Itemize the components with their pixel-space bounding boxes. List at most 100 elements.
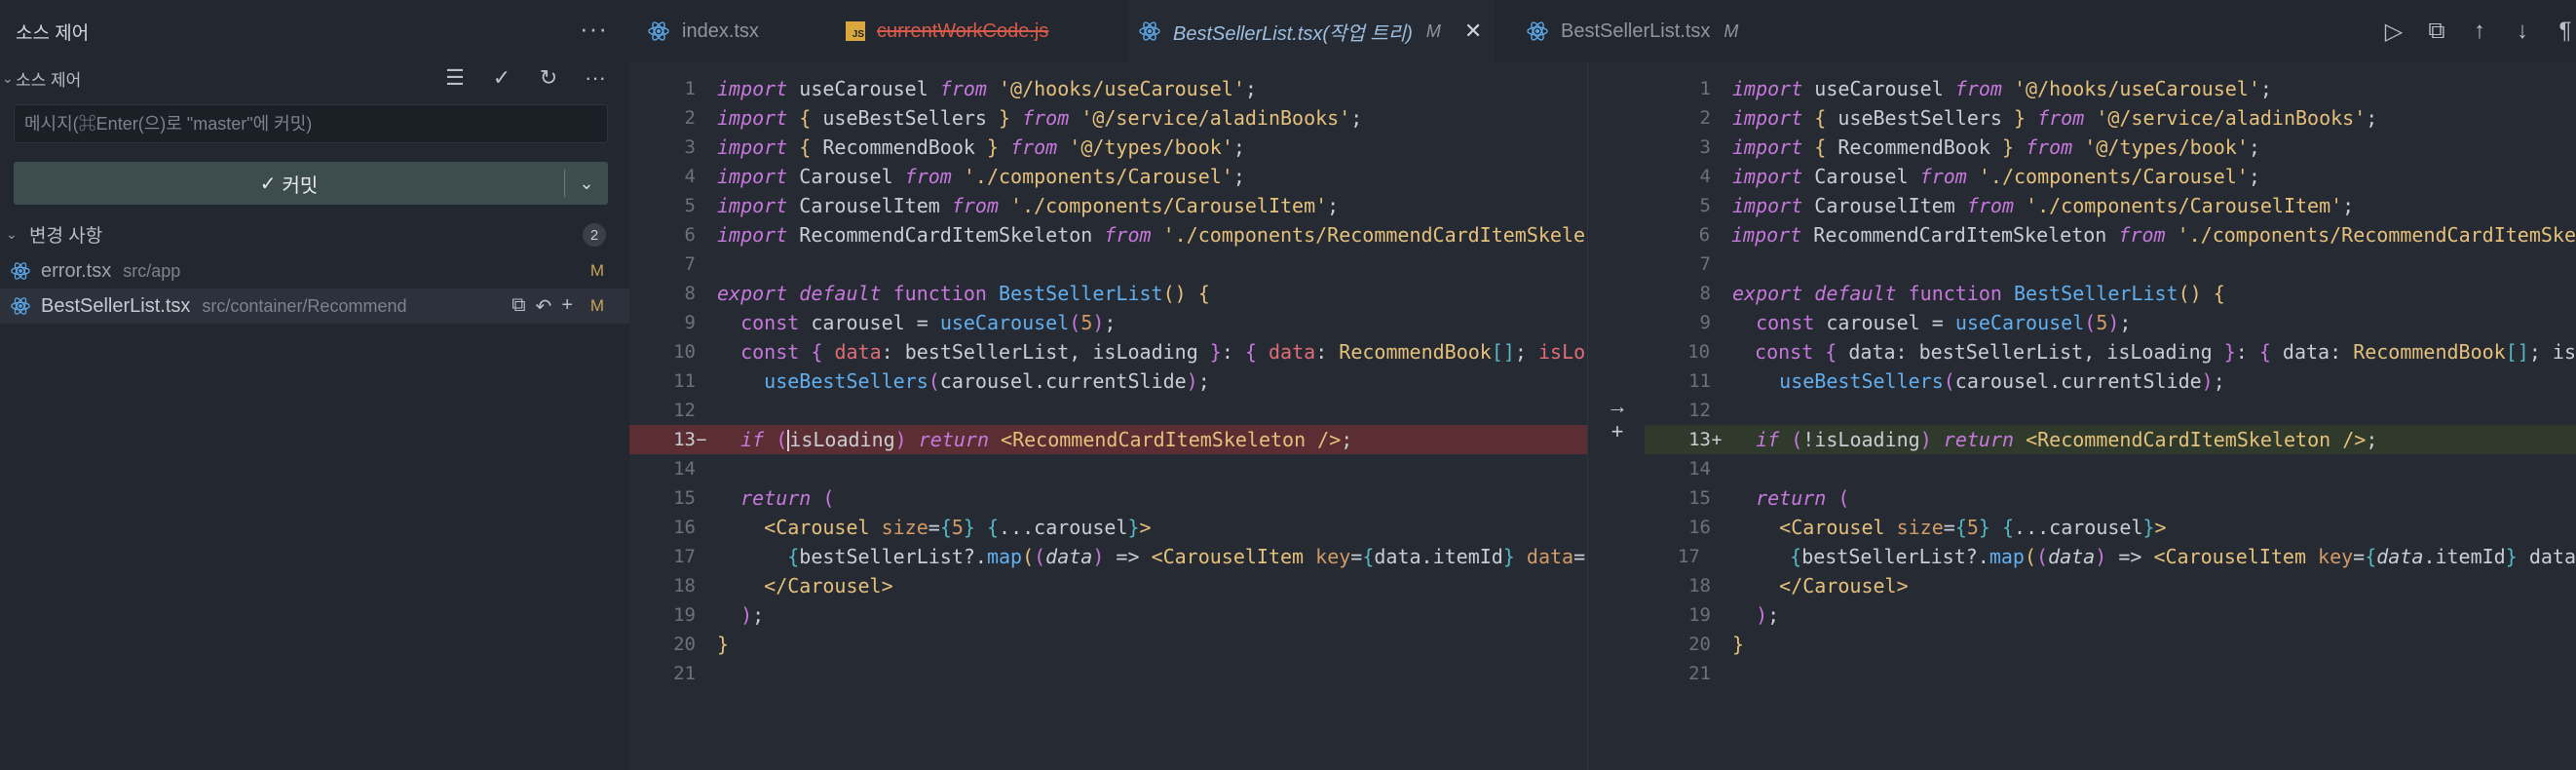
line-number: 11 bbox=[1688, 370, 1711, 392]
code-line: 6 import RecommendCardItemSkeleton from '… bbox=[1645, 220, 2576, 250]
code-line: 7 bbox=[629, 250, 1587, 279]
line-number: 9 bbox=[1699, 312, 1711, 333]
code-text: const { data: bestSellerList, isLoading … bbox=[740, 340, 1586, 364]
line-number: 8 bbox=[684, 283, 696, 304]
changes-section-header[interactable]: ⌄ 변경 사항 2 bbox=[0, 216, 629, 251]
code-text: if (isLoading) return <RecommendCardItem… bbox=[740, 427, 1353, 452]
code-line: 2 import { useBestSellers } from '@/servi… bbox=[629, 103, 1587, 133]
code-text: import useCarousel from '@/hooks/useCaro… bbox=[1732, 77, 2272, 100]
deleted-code-line: 13− if (isLoading) return <RecommendCard… bbox=[629, 425, 1587, 454]
diff-left-editor[interactable]: 1 import useCarousel from '@/hooks/useCar… bbox=[629, 62, 1587, 770]
more-actions-icon[interactable]: ··· bbox=[580, 14, 608, 44]
commit-message-input[interactable] bbox=[24, 113, 607, 135]
code-line: 2 import { useBestSellers } from '@/servi… bbox=[1645, 103, 2576, 133]
file-row-actions: ⧉ ↶ + bbox=[511, 294, 573, 319]
more-icon[interactable]: ··· bbox=[583, 64, 608, 92]
line-number: 20 bbox=[673, 634, 696, 655]
tab-index-tsx[interactable]: index.tsx bbox=[647, 0, 759, 62]
code-line: 17 {bestSellerList?.map((data) => <Carou… bbox=[629, 542, 1587, 571]
code-text: {bestSellerList?.map((data) => <Carousel… bbox=[787, 545, 1586, 568]
line-number: 4 bbox=[1699, 166, 1711, 187]
chevron-down-icon: ⌄ bbox=[6, 225, 18, 242]
source-control-section-header[interactable]: ⌄ 소스 제어 ☰ ✓ ↻ ··· bbox=[0, 60, 629, 96]
tab-label: BestSellerList.tsx(작업 트리) bbox=[1173, 22, 1413, 45]
file-path: src/container/Recommend bbox=[202, 295, 407, 316]
line-number: 3 bbox=[684, 136, 696, 158]
code-line: 12 bbox=[1645, 396, 2576, 425]
code-text: import useCarousel from '@/hooks/useCaro… bbox=[717, 77, 1257, 100]
line-number: 21 bbox=[673, 663, 696, 684]
code-text: return ( bbox=[740, 486, 835, 510]
line-number: 1 bbox=[684, 78, 696, 99]
modified-status: M bbox=[589, 261, 604, 280]
code-line: 3 import { RecommendBook } from '@/types/… bbox=[1645, 133, 2576, 162]
tab-current-work-code[interactable]: JS currentWorkCode.js bbox=[846, 0, 1048, 62]
react-icon bbox=[1527, 21, 1548, 41]
stage-block-icon[interactable]: + bbox=[1606, 419, 1629, 444]
discard-changes-icon[interactable]: ↶ bbox=[536, 294, 552, 319]
line-number: 4 bbox=[684, 166, 696, 187]
line-number: 10 bbox=[673, 341, 696, 363]
previous-change-icon[interactable]: ↑ bbox=[2469, 18, 2490, 46]
modified-indicator: M bbox=[1724, 20, 1739, 41]
code-line: 14 bbox=[1645, 454, 2576, 483]
js-icon: JS bbox=[846, 21, 865, 41]
code-line: 1 import useCarousel from '@/hooks/useCar… bbox=[629, 74, 1587, 103]
line-number: 20 bbox=[1688, 634, 1711, 655]
file-name: error.tsx bbox=[41, 259, 112, 282]
code-text: <Carousel size={5} {...carousel}> bbox=[764, 516, 1152, 539]
added-code-line: 13 + if (!isLoading) return <RecommendCar… bbox=[1645, 425, 2576, 454]
chevron-down-icon: ⌄ bbox=[579, 173, 594, 193]
code-text: import { RecommendBook } from '@/types/b… bbox=[1732, 135, 2260, 159]
line-number: 14 bbox=[1688, 458, 1711, 480]
tab-bestsellerlist-working-tree[interactable]: BestSellerList.tsx(작업 트리) M ✕ bbox=[1128, 0, 1495, 62]
commit-options-dropdown[interactable]: ⌄ bbox=[565, 173, 608, 194]
code-line: 18 </Carousel> bbox=[629, 571, 1587, 600]
code-line: 11 useBestSellers(carousel.currentSlide)… bbox=[629, 366, 1587, 396]
next-change-icon[interactable]: ↓ bbox=[2512, 18, 2533, 46]
line-number: 17 bbox=[1677, 546, 1700, 567]
react-icon bbox=[11, 297, 30, 315]
code-line: 20} bbox=[1645, 630, 2576, 659]
line-number: 18 bbox=[1688, 575, 1711, 597]
code-text: if (!isLoading) return <RecommendCardIte… bbox=[1756, 428, 2378, 451]
stage-changes-icon[interactable]: + bbox=[561, 294, 573, 319]
deletion-marker: − bbox=[696, 429, 707, 450]
commit-button[interactable]: ✓ 커밋 bbox=[14, 170, 564, 198]
line-number: 7 bbox=[1699, 253, 1711, 275]
open-file-icon[interactable]: ⧉ bbox=[2426, 18, 2447, 46]
refresh-icon[interactable]: ↻ bbox=[536, 64, 561, 92]
code-line: 1 import useCarousel from '@/hooks/useCar… bbox=[1645, 74, 2576, 103]
code-line: 3 import { RecommendBook } from '@/types/… bbox=[629, 133, 1587, 162]
view-as-list-icon[interactable]: ☰ bbox=[442, 64, 468, 92]
diff-right-editor[interactable]: 1 import useCarousel from '@/hooks/useCar… bbox=[1645, 62, 2576, 770]
line-number: 5 bbox=[1699, 195, 1711, 216]
toggle-whitespace-icon[interactable]: ¶ bbox=[2555, 18, 2576, 46]
line-number: 6 bbox=[684, 224, 696, 246]
tab-bestsellerlist[interactable]: BestSellerList.tsx M bbox=[1526, 0, 1738, 62]
close-icon[interactable]: ✕ bbox=[1464, 19, 1482, 44]
commit-check-icon[interactable]: ✓ bbox=[489, 64, 514, 92]
addition-marker: + bbox=[1711, 429, 1723, 450]
code-line: 16 <Carousel size={5} {...carousel}> bbox=[1645, 513, 2576, 542]
code-line: 7 bbox=[1645, 250, 2576, 279]
code-line: 10 const { data: bestSellerList, isLoadi… bbox=[629, 337, 1587, 366]
code-text: } bbox=[717, 633, 730, 656]
revert-block-icon[interactable]: → bbox=[1606, 394, 1629, 419]
changed-file-row[interactable]: error.tsx src/app M bbox=[0, 253, 629, 289]
code-line: 9 const carousel = useCarousel(5); bbox=[1645, 308, 2576, 337]
changed-file-row[interactable]: BestSellerList.tsx src/container/Recomme… bbox=[0, 289, 629, 324]
code-text: export default function BestSellerList()… bbox=[717, 282, 1210, 305]
open-file-icon[interactable]: ⧉ bbox=[511, 294, 525, 319]
line-number: 15 bbox=[1688, 487, 1711, 509]
react-icon bbox=[648, 21, 669, 41]
line-number: 5 bbox=[684, 195, 696, 216]
line-number: 8 bbox=[1699, 283, 1711, 304]
commit-message-field[interactable] bbox=[14, 104, 608, 143]
code-line: 5 import CarouselItem from './components/… bbox=[1645, 191, 2576, 220]
run-icon[interactable]: ▷ bbox=[2383, 18, 2405, 46]
code-text: import CarouselItem from './components/C… bbox=[1732, 194, 2355, 217]
code-line: 14 bbox=[629, 454, 1587, 483]
code-text: import RecommendCardItemSkeleton from '.… bbox=[1731, 223, 2576, 247]
line-number: 3 bbox=[1699, 136, 1711, 158]
